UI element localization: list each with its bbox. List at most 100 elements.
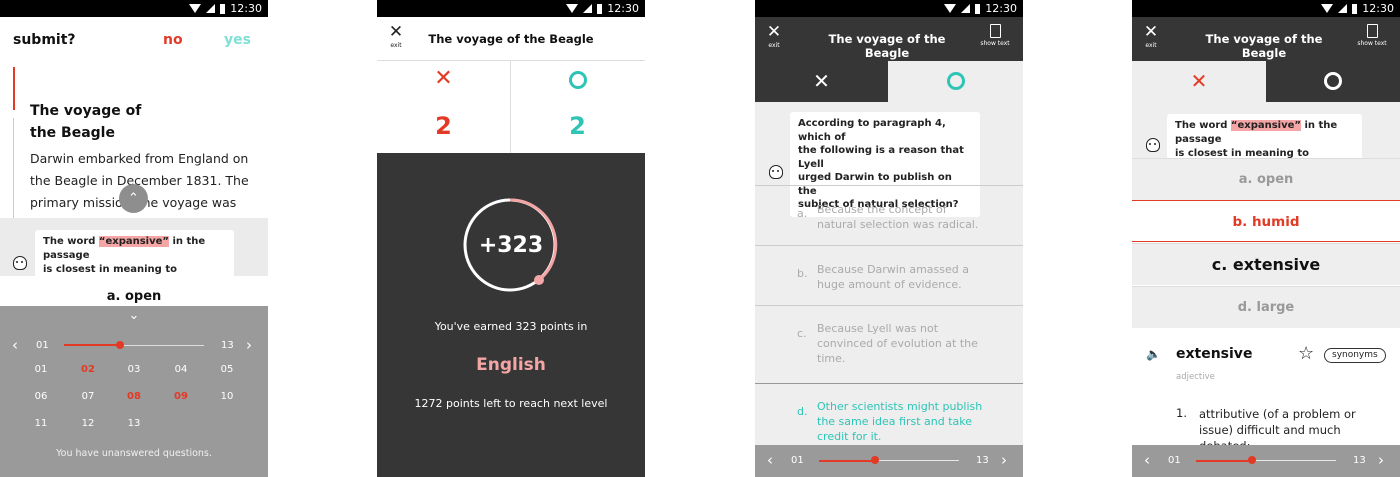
- passage-title-line: the Beagle: [30, 125, 115, 141]
- screen-question: 12:30 ✕ exit The voyage of the Beagle sh…: [755, 0, 1023, 477]
- answer-option-a[interactable]: a. open: [1132, 158, 1400, 200]
- answer-option-c[interactable]: c. Because Lyell was not convinced of evo…: [755, 305, 1023, 383]
- tab-wrong[interactable]: ✕: [1132, 61, 1266, 102]
- battery-icon: [220, 3, 226, 14]
- word-heading: extensive: [1176, 346, 1253, 362]
- top-bar: ✕ exit The voyage of the Beagle show tex…: [755, 17, 1023, 61]
- clock: 12:30: [985, 2, 1017, 15]
- correct-icon: [1266, 61, 1400, 94]
- no-button[interactable]: no: [163, 32, 183, 48]
- option-line: the same idea first and take: [817, 415, 973, 428]
- tab-wrong[interactable]: ✕: [755, 61, 888, 102]
- show-text-button[interactable]: show text: [1354, 22, 1390, 47]
- question-bubble: The word “expansive” in the passage is c…: [35, 230, 234, 282]
- question-number-cell[interactable]: 10: [215, 391, 239, 402]
- question-number-cell[interactable]: 03: [122, 364, 146, 375]
- passage-title-line: The voyage of: [30, 103, 142, 119]
- prev-arrow-icon[interactable]: ‹: [12, 336, 18, 354]
- page-title: The voyage of the Beagle: [828, 32, 946, 60]
- next-arrow-icon[interactable]: ›: [246, 336, 252, 354]
- submit-prompt: submit?: [13, 32, 76, 48]
- tab-correct[interactable]: [1266, 61, 1400, 102]
- wrong-icon: ✕: [1190, 69, 1208, 93]
- prev-arrow-icon[interactable]: ‹: [767, 451, 773, 469]
- battery-icon: [597, 3, 603, 14]
- slider-end: 13: [976, 455, 989, 466]
- exit-label: exit: [768, 42, 780, 49]
- question-number-cell[interactable]: 12: [76, 418, 100, 429]
- points-value: +323: [478, 233, 544, 258]
- status-bar: 12:30: [0, 0, 268, 17]
- wifi-icon: [1321, 4, 1334, 13]
- exit-button[interactable]: ✕ exit: [763, 22, 785, 49]
- question-number-cell[interactable]: 05: [215, 364, 239, 375]
- passage-text: Darwin embarked from England on the Beag…: [30, 148, 265, 214]
- option-line: huge amount of evidence.: [817, 278, 962, 291]
- document-icon: [989, 24, 1001, 38]
- divider: [377, 60, 645, 61]
- answer-option-a[interactable]: a. Because the concept of natural selecti…: [755, 185, 1023, 245]
- yes-button[interactable]: yes: [224, 32, 251, 48]
- passage-fragment: primary missio: [30, 195, 123, 210]
- screen-submit: 12:30 submit? no yes The voyage of the B…: [0, 0, 268, 477]
- wifi-icon: [189, 4, 202, 13]
- question-slider-bar: ‹ 01 13 ›: [755, 445, 1023, 477]
- signal-icon: [206, 4, 216, 13]
- highlighted-word: “expansive”: [1230, 120, 1301, 131]
- ring-knob: [534, 275, 544, 285]
- question-number-cell[interactable]: 08: [122, 391, 146, 402]
- slider-start: 01: [1168, 455, 1181, 466]
- part-of-speech: adjective: [1176, 372, 1215, 382]
- answer-option-b[interactable]: b. Because Darwin amassed a huge amount o…: [755, 245, 1023, 305]
- slider-start: 01: [791, 455, 804, 466]
- correct-icon: [888, 61, 1023, 94]
- answer-option-d[interactable]: d. large: [1132, 286, 1400, 328]
- q-text: The word: [43, 236, 99, 247]
- screen-vocabulary: 12:30 ✕ exit The voyage of the Beagle sh…: [1132, 0, 1400, 477]
- tab-correct[interactable]: [888, 61, 1023, 102]
- chevron-up-icon: ⌃: [128, 191, 139, 206]
- chevron-down-icon[interactable]: ⌄: [124, 308, 144, 323]
- answer-option-c[interactable]: c. extensive: [1132, 243, 1400, 285]
- definition-number: 1.: [1176, 406, 1187, 420]
- show-text-button[interactable]: show text: [977, 22, 1013, 47]
- question-number-cell[interactable]: 07: [76, 391, 100, 402]
- next-arrow-icon[interactable]: ›: [1378, 451, 1384, 469]
- progress-marker: [13, 67, 15, 110]
- question-line: According to paragraph 4, which of: [798, 118, 946, 143]
- answer-option-a[interactable]: a. open: [0, 289, 268, 304]
- slider-knob[interactable]: [1248, 456, 1256, 464]
- exit-label: exit: [1145, 42, 1157, 49]
- answer-option-b[interactable]: b. humid: [1132, 200, 1400, 242]
- prev-arrow-icon[interactable]: ‹: [1144, 451, 1150, 469]
- question-line: The word “expansive” in the passage: [1175, 119, 1354, 147]
- score-panel: +323 You've earned 323 points in English…: [377, 153, 645, 477]
- question-number-cell[interactable]: 06: [29, 391, 53, 402]
- question-number-cell[interactable]: 11: [29, 418, 53, 429]
- question-number-cell[interactable]: 01: [29, 364, 53, 375]
- status-bar: 12:30: [755, 0, 1023, 17]
- slider-knob[interactable]: [871, 456, 879, 464]
- definition-line: issue) difficult and much: [1199, 423, 1341, 437]
- answer-option-d[interactable]: d. Other scientists might publish the sam…: [755, 383, 1023, 447]
- slider-knob[interactable]: [116, 341, 124, 349]
- next-arrow-icon[interactable]: ›: [1001, 451, 1007, 469]
- highlighted-word: “expansive”: [98, 236, 169, 247]
- exit-button[interactable]: ✕ exit: [1140, 22, 1162, 49]
- definition-line: attributive (of a problem or: [1199, 407, 1356, 421]
- option-letter: b.: [797, 267, 808, 280]
- show-text-label: show text: [1357, 40, 1387, 47]
- option-line: time.: [817, 352, 846, 365]
- question-number-cell[interactable]: 04: [169, 364, 193, 375]
- unanswered-notice: You have unanswered questions.: [56, 448, 212, 459]
- show-text-label: show text: [980, 40, 1010, 47]
- speaker-icon[interactable]: 🔈: [1146, 347, 1161, 361]
- synonyms-button[interactable]: synonyms: [1324, 348, 1386, 363]
- close-icon: ✕: [766, 22, 782, 42]
- star-icon[interactable]: ☆: [1298, 343, 1314, 364]
- collapse-up-button[interactable]: ⌃: [119, 184, 148, 213]
- question-number-cell[interactable]: 09: [169, 391, 193, 402]
- question-number-cell[interactable]: 02: [76, 364, 100, 375]
- question-number-cell[interactable]: 13: [122, 418, 146, 429]
- earned-text: You've earned 323 points in: [434, 320, 588, 333]
